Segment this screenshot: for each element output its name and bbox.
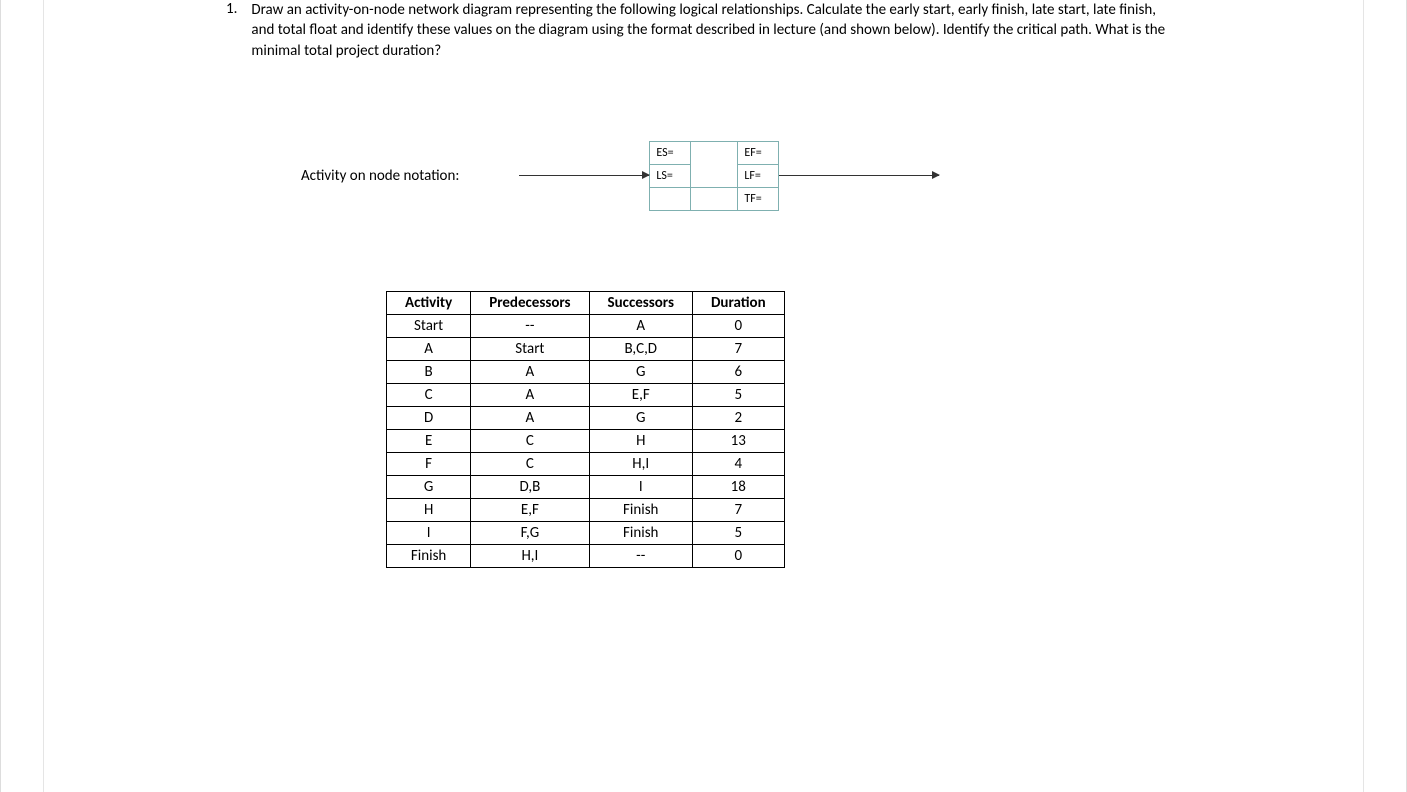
- cell: A: [387, 337, 471, 360]
- cell: G: [589, 360, 692, 383]
- cell: G: [387, 475, 471, 498]
- cell: I: [387, 521, 471, 544]
- cell: E: [387, 429, 471, 452]
- cell: G: [589, 406, 692, 429]
- cell: A: [471, 360, 589, 383]
- cell: C: [471, 452, 589, 475]
- cell: C: [471, 429, 589, 452]
- node-ls-label: LS=: [650, 164, 691, 187]
- cell: H,I: [589, 452, 692, 475]
- table-row: Start--A0: [387, 314, 785, 337]
- node-tf-label: TF=: [738, 187, 779, 210]
- table-row: AStartB,C,D7: [387, 337, 785, 360]
- node-lf-label: LF=: [738, 164, 779, 187]
- cell: 13: [692, 429, 784, 452]
- cell: 5: [692, 383, 784, 406]
- question-block: 1. Draw an activity-on-node network diag…: [226, 0, 1181, 61]
- table-body: Start--A0 AStartB,C,D7 BAG6 CAE,F5 DAG2 …: [387, 314, 785, 567]
- margin-line-right: [1363, 0, 1364, 792]
- cell: 6: [692, 360, 784, 383]
- cell: 7: [692, 337, 784, 360]
- table-header-row: Activity Predecessors Successors Duratio…: [387, 291, 785, 314]
- cell: H: [387, 498, 471, 521]
- table-row: IF,GFinish5: [387, 521, 785, 544]
- table-row: BAG6: [387, 360, 785, 383]
- col-predecessors: Predecessors: [471, 291, 589, 314]
- arrowhead-icon: [932, 171, 940, 179]
- arrowhead-icon: [642, 171, 650, 179]
- arrow-outgoing: [779, 175, 939, 176]
- cell: C: [387, 383, 471, 406]
- node-box: ES= EF= LS= LF= TF=: [649, 141, 779, 211]
- col-activity: Activity: [387, 291, 471, 314]
- margin-line-left: [43, 0, 44, 792]
- activity-table: Activity Predecessors Successors Duratio…: [386, 291, 785, 568]
- cell: --: [471, 314, 589, 337]
- notation-row: Activity on node notation: ES= EF= LS= L…: [301, 141, 1181, 211]
- cell: H,I: [471, 544, 589, 567]
- node-blank-bm: [691, 187, 738, 210]
- node-diagram: ES= EF= LS= LF= TF=: [519, 141, 939, 211]
- cell: Finish: [589, 521, 692, 544]
- cell: F: [387, 452, 471, 475]
- arrow-incoming: [519, 175, 649, 176]
- question-text: Draw an activity-on-node network diagram…: [251, 0, 1181, 61]
- table-row: CAE,F5: [387, 383, 785, 406]
- cell: B,C,D: [589, 337, 692, 360]
- cell: 7: [692, 498, 784, 521]
- cell: A: [471, 406, 589, 429]
- cell: D: [387, 406, 471, 429]
- cell: A: [589, 314, 692, 337]
- cell: D,B: [471, 475, 589, 498]
- cell: 18: [692, 475, 784, 498]
- node-ef-label: EF=: [738, 141, 779, 164]
- cell: --: [589, 544, 692, 567]
- node-es-label: ES=: [650, 141, 691, 164]
- cell: Start: [471, 337, 589, 360]
- question-number: 1.: [226, 0, 237, 61]
- content-area: 1. Draw an activity-on-node network diag…: [226, 0, 1181, 568]
- col-duration: Duration: [692, 291, 784, 314]
- cell: F,G: [471, 521, 589, 544]
- cell: B: [387, 360, 471, 383]
- cell: 2: [692, 406, 784, 429]
- cell: Finish: [387, 544, 471, 567]
- notation-label: Activity on node notation:: [301, 167, 459, 185]
- node-center-blank: [691, 141, 738, 187]
- cell: I: [589, 475, 692, 498]
- table-row: GD,BI18: [387, 475, 785, 498]
- table-row: FCH,I4: [387, 452, 785, 475]
- cell: 4: [692, 452, 784, 475]
- node-blank-bl: [650, 187, 691, 210]
- cell: E,F: [589, 383, 692, 406]
- cell: 0: [692, 544, 784, 567]
- cell: H: [589, 429, 692, 452]
- cell: A: [471, 383, 589, 406]
- cell: E,F: [471, 498, 589, 521]
- table-row: DAG2: [387, 406, 785, 429]
- cell: 5: [692, 521, 784, 544]
- cell: 0: [692, 314, 784, 337]
- table-row: ECH13: [387, 429, 785, 452]
- document-page: 1. Draw an activity-on-node network diag…: [0, 0, 1407, 792]
- cell: Finish: [589, 498, 692, 521]
- table-row: FinishH,I--0: [387, 544, 785, 567]
- table-row: HE,FFinish7: [387, 498, 785, 521]
- col-successors: Successors: [589, 291, 692, 314]
- cell: Start: [387, 314, 471, 337]
